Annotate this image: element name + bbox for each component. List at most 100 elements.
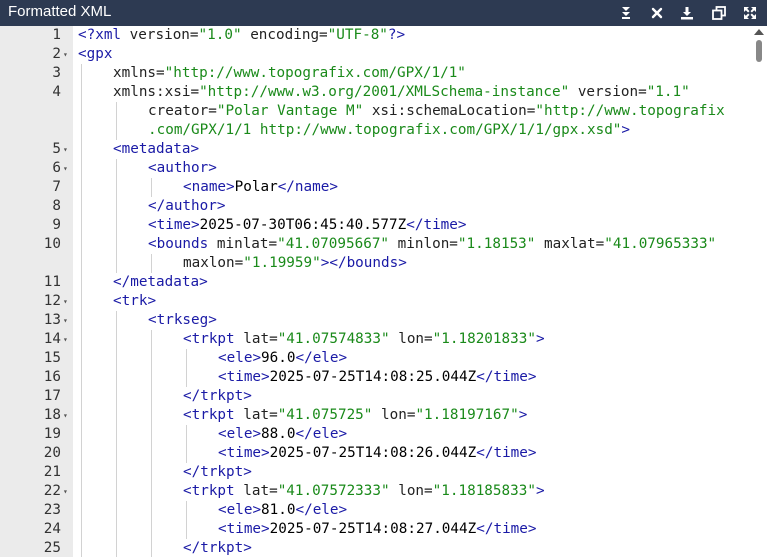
line-number: 21 (43, 464, 61, 480)
fold-toggle-icon[interactable]: ▾ (63, 482, 71, 501)
line-text: <ele>88.0</ele> (218, 425, 347, 444)
token-an: lat= (243, 331, 278, 347)
code-line: .com/GPX/1/1 http://www.topografix.com/G… (0, 121, 751, 140)
token-an: xsi:schemaLocation= (371, 103, 536, 119)
indent-guide (116, 311, 117, 330)
indent-guide (116, 121, 117, 140)
token-tx (208, 236, 217, 252)
indent-guide (81, 140, 82, 159)
token-tn: gpx (86, 46, 113, 62)
token-tag: < (183, 407, 192, 423)
token-tag: < (218, 369, 227, 385)
fold-toggle-icon[interactable]: ▾ (63, 159, 71, 178)
token-tag: > (243, 464, 252, 480)
indent-guide (81, 159, 82, 178)
line-number: 1 (52, 27, 61, 43)
vertical-scrollbar[interactable] (751, 26, 767, 557)
indent-guide (151, 406, 152, 425)
indent-guide (116, 406, 117, 425)
code-line: 9 <time>2025-07-30T06:45:40.577Z</time> (0, 216, 751, 235)
fullscreen-button[interactable] (742, 5, 758, 21)
code-line: 4 xmlns:xsi="http://www.w3.org/2001/XMLSc… (0, 83, 751, 102)
line-number: 7 (52, 179, 61, 195)
token-tag: > (226, 179, 235, 195)
token-tn: author (165, 198, 217, 214)
code-editor[interactable]: 1 <?xml version="1.0" encoding="UTF-8"?> 2… (0, 26, 767, 557)
indent-guide (116, 444, 117, 463)
fold-toggle-icon[interactable]: ▾ (63, 311, 71, 330)
token-av: "41.075725" (277, 407, 373, 423)
scrollbar-thumb[interactable] (756, 40, 762, 62)
token-tx: 81.0 (261, 502, 296, 518)
copy-button[interactable] (711, 5, 727, 21)
indent-guide (81, 121, 82, 140)
token-tn: bounds (346, 255, 399, 271)
token-tag: </ (183, 388, 201, 404)
token-tag: < (218, 445, 227, 461)
token-tag: </ (183, 540, 201, 556)
indent-guide (81, 254, 82, 273)
close-button[interactable] (649, 5, 665, 21)
code-line: creator="Polar Vantage M" xsi:schemaLoca… (0, 102, 751, 121)
token-tag: > (208, 160, 217, 176)
indent-guide (116, 539, 117, 557)
token-av: "1.18185833" (432, 483, 536, 499)
token-tn: trkpt (191, 483, 235, 499)
token-tag: </ (277, 179, 295, 195)
fold-toggle-icon[interactable]: ▾ (63, 45, 71, 64)
fold-toggle-icon[interactable]: ▾ (63, 140, 71, 159)
line-text: <?xml version="1.0" encoding="UTF-8"?> (78, 26, 405, 45)
xml-viewer-window: Formatted XML 1 <?xml version="1.0" enco… (0, 0, 767, 557)
token-tn: trkpt (191, 407, 235, 423)
token-av: "1.18201833" (432, 331, 536, 347)
token-tx: Polar (234, 179, 278, 195)
fold-toggle-icon[interactable]: ▾ (63, 292, 71, 311)
fold-toggle-icon[interactable]: ▾ (63, 406, 71, 425)
token-av: "41.07095667" (277, 236, 390, 252)
token-tn: ele (226, 502, 253, 518)
window-title: Formatted XML (8, 3, 112, 20)
indent-guide (151, 501, 152, 520)
token-tn: time (493, 521, 528, 537)
token-an: lon= (381, 407, 416, 423)
indent-guide (116, 102, 117, 121)
line-number: 15 (43, 350, 61, 366)
code-line: 21 </trkpt> (0, 463, 751, 482)
code-line: 3 xmlns="http://www.topografix.com/GPX/1/… (0, 64, 751, 83)
indent-guide (116, 178, 117, 197)
indent-guide (116, 368, 117, 387)
line-text: <metadata> (113, 140, 199, 159)
copy-icon (712, 6, 726, 20)
token-av: "http://www.w3.org/2001/XMLSchema-instan… (199, 84, 570, 100)
token-av: "1.19959" (243, 255, 321, 271)
indent-guide (116, 216, 117, 235)
line-text: xmlns="http://www.topografix.com/GPX/1/1… (113, 64, 466, 83)
token-tn: time (226, 521, 262, 537)
token-tag: > (261, 445, 270, 461)
indent-guide (151, 349, 152, 368)
token-tag: < (183, 179, 192, 195)
download-button[interactable] (679, 5, 695, 21)
code-line: 12 ▾ <trk> (0, 292, 751, 311)
line-text: <time>2025-07-30T06:45:40.577Z</time> (148, 216, 467, 235)
line-text: <trkpt lat="41.07572333" lon="1.18185833… (183, 482, 545, 501)
code-area[interactable]: 1 <?xml version="1.0" encoding="UTF-8"?> 2… (0, 26, 751, 557)
line-number: 23 (43, 502, 61, 518)
line-text: <bounds minlat="41.07095667" minlon="1.1… (148, 235, 716, 254)
token-tag: < (113, 293, 122, 309)
token-tag: </ (295, 426, 313, 442)
token-tn: time (493, 369, 528, 385)
token-tx: 2025-07-30T06:45:40.577Z (199, 217, 407, 233)
token-tag: < (218, 502, 227, 518)
token-tn: metadata (130, 274, 200, 290)
token-tag: > (338, 502, 348, 518)
token-an: creator= (148, 103, 217, 119)
scroll-up-arrow-icon[interactable] (754, 29, 764, 35)
collapse-button[interactable] (618, 5, 634, 21)
token-tag: < (148, 160, 157, 176)
code-line: 1 <?xml version="1.0" encoding="UTF-8"?> (0, 26, 751, 45)
indent-guide (151, 254, 152, 273)
line-text: <trkseg> (148, 311, 217, 330)
fold-toggle-icon[interactable]: ▾ (63, 330, 71, 349)
indent-guide (116, 235, 117, 254)
